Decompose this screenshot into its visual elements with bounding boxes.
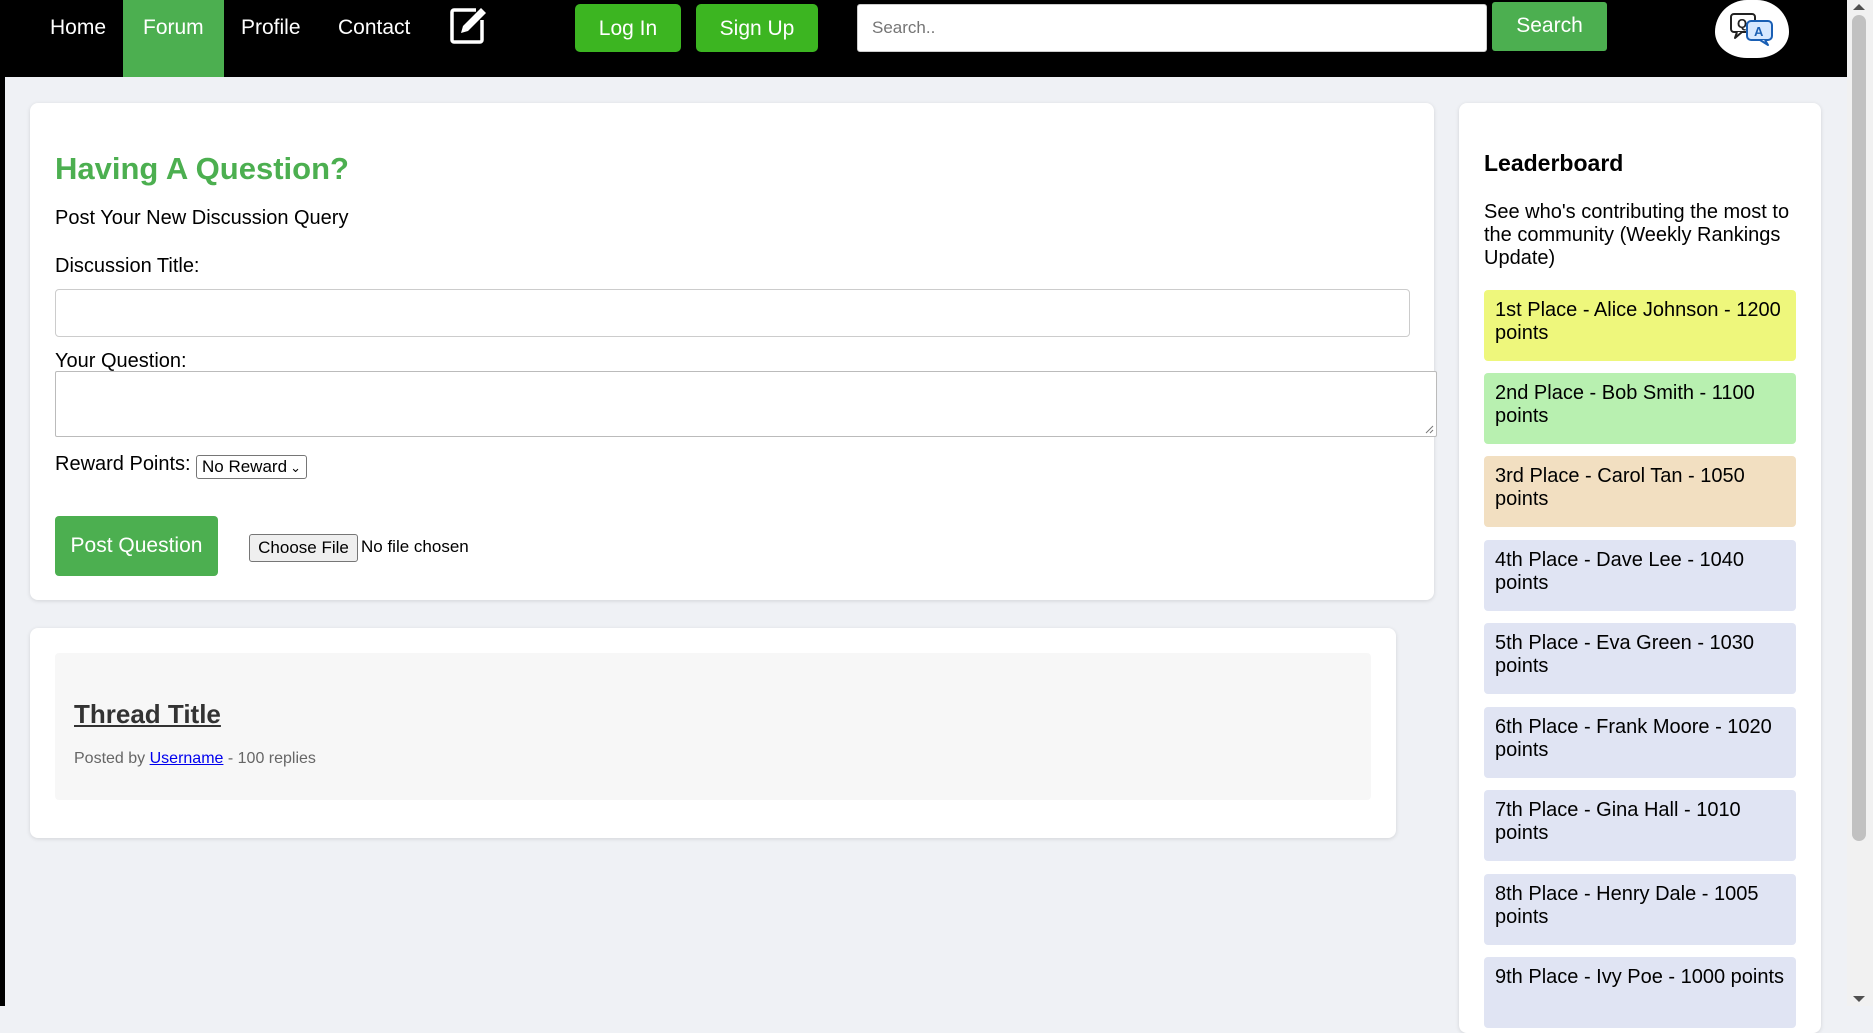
leaderboard-title: Leaderboard bbox=[1484, 150, 1624, 176]
choose-file-button[interactable]: Choose File bbox=[249, 534, 358, 562]
nav-forum-link[interactable]: Forum bbox=[123, 0, 224, 77]
post-form-subtitle: Post Your New Discussion Query bbox=[55, 207, 349, 229]
reward-points-label: Reward Points: bbox=[55, 453, 191, 475]
svg-text:A: A bbox=[1754, 24, 1764, 39]
leaderboard-entry-1: 1st Place - Alice Johnson - 1200 points bbox=[1484, 290, 1796, 361]
login-button[interactable]: Log In bbox=[575, 4, 681, 52]
leaderboard-description: See who's contributing the most to the c… bbox=[1484, 201, 1790, 269]
post-form-heading: Having A Question? bbox=[55, 151, 349, 186]
svg-text:Q: Q bbox=[1737, 16, 1747, 31]
file-status-text: No file chosen bbox=[361, 537, 469, 556]
search-input[interactable] bbox=[857, 4, 1487, 52]
leaderboard-entry-5: 5th Place - Eva Green - 1030 points bbox=[1484, 623, 1796, 694]
resize-grip-icon[interactable] bbox=[1425, 425, 1434, 434]
question-textarea[interactable] bbox=[55, 371, 1437, 437]
leaderboard-card: Leaderboard See who's contributing the m… bbox=[1459, 103, 1821, 1033]
search-button[interactable]: Search bbox=[1492, 2, 1607, 51]
reward-points-select[interactable]: No Reward ⌄ bbox=[196, 455, 307, 479]
posted-by-text: Posted by bbox=[74, 750, 146, 767]
thread-author-link[interactable]: Username bbox=[150, 750, 224, 767]
signup-button[interactable]: Sign Up bbox=[696, 4, 818, 52]
post-question-button[interactable]: Post Question bbox=[55, 516, 218, 576]
edit-icon[interactable] bbox=[448, 6, 488, 46]
chevron-down-icon: ⌄ bbox=[290, 460, 301, 475]
reply-count: - 100 replies bbox=[227, 750, 316, 767]
top-navbar: Home Forum Profile Contact Log In Sign U… bbox=[5, 0, 1847, 77]
post-question-card: Having A Question? Post Your New Discuss… bbox=[30, 103, 1437, 600]
reward-selected-value: No Reward bbox=[202, 457, 288, 476]
qa-logo-icon[interactable]: Q A bbox=[1715, 0, 1789, 58]
thread-title-link[interactable]: Thread Title bbox=[74, 699, 221, 730]
scrollbar-thumb[interactable] bbox=[1852, 15, 1866, 841]
leaderboard-entry-2: 2nd Place - Bob Smith - 1100 points bbox=[1484, 373, 1796, 444]
leaderboard-entry-3: 3rd Place - Carol Tan - 1050 points bbox=[1484, 456, 1796, 527]
discussion-title-input[interactable] bbox=[55, 289, 1410, 337]
nav-contact-link[interactable]: Contact bbox=[318, 0, 430, 77]
question-label: Your Question: bbox=[55, 350, 187, 372]
leaderboard-entry-7: 7th Place - Gina Hall - 1010 points bbox=[1484, 790, 1796, 861]
thread-meta: Posted by Username - 100 replies bbox=[74, 750, 316, 768]
scroll-up-icon[interactable] bbox=[1853, 4, 1865, 10]
nav-home-link[interactable]: Home bbox=[30, 0, 126, 77]
nav-profile-link[interactable]: Profile bbox=[221, 0, 321, 77]
scroll-down-icon[interactable] bbox=[1853, 996, 1865, 1002]
thread-item: Thread Title Posted by Username - 100 re… bbox=[55, 653, 1371, 800]
discussion-title-label: Discussion Title: bbox=[55, 255, 200, 277]
leaderboard-entry-9: 9th Place - Ivy Poe - 1000 points bbox=[1484, 957, 1796, 1028]
thread-list-card: Thread Title Posted by Username - 100 re… bbox=[30, 628, 1396, 838]
window-edge bbox=[0, 0, 5, 1006]
leaderboard-entry-6: 6th Place - Frank Moore - 1020 points bbox=[1484, 707, 1796, 778]
leaderboard-entry-8: 8th Place - Henry Dale - 1005 points bbox=[1484, 874, 1796, 945]
leaderboard-entry-4: 4th Place - Dave Lee - 1040 points bbox=[1484, 540, 1796, 611]
